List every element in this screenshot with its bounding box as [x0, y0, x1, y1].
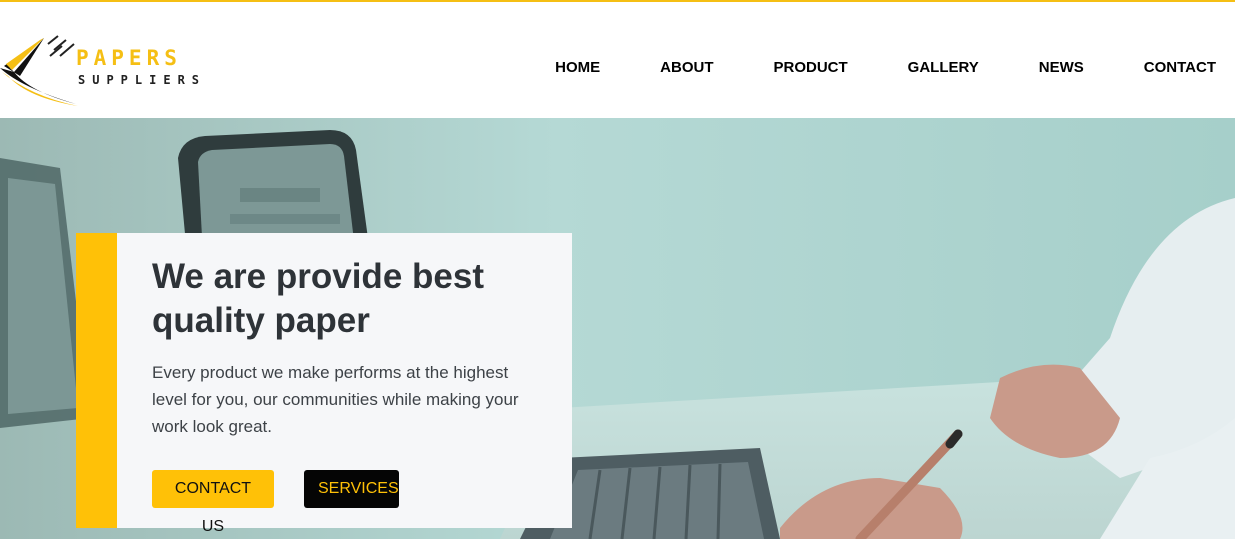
- page: PAPERS SUPPLIERS HOME ABOUT PRODUCT GALL…: [0, 0, 1235, 539]
- contact-us-button[interactable]: CONTACT US: [152, 470, 274, 535]
- nav-item-news[interactable]: NEWS: [1039, 58, 1084, 78]
- hero-card: We are provide best quality paper Every …: [76, 233, 572, 535]
- brand-name-secondary: SUPPLIERS: [78, 73, 207, 87]
- main-navigation: HOME ABOUT PRODUCT GALLERY NEWS CONTACT: [555, 58, 1216, 78]
- nav-item-product[interactable]: PRODUCT: [773, 58, 847, 78]
- nav-item-contact[interactable]: CONTACT: [1144, 58, 1216, 78]
- nav-item-gallery[interactable]: GALLERY: [908, 58, 979, 78]
- paper-swoosh-icon: [0, 35, 78, 106]
- hero-description: Every product we make performs at the hi…: [152, 363, 519, 436]
- hero-title: We are provide best quality paper: [152, 257, 484, 340]
- hero-card-accent-bar: [76, 233, 117, 528]
- nav-item-home[interactable]: HOME: [555, 58, 600, 78]
- site-header: PAPERS SUPPLIERS HOME ABOUT PRODUCT GALL…: [0, 2, 1235, 118]
- services-button[interactable]: SERVICES: [304, 470, 399, 508]
- brand-name-primary: PAPERS: [76, 46, 182, 70]
- brand-logo[interactable]: PAPERS SUPPLIERS: [0, 34, 220, 106]
- nav-item-about[interactable]: ABOUT: [660, 58, 713, 78]
